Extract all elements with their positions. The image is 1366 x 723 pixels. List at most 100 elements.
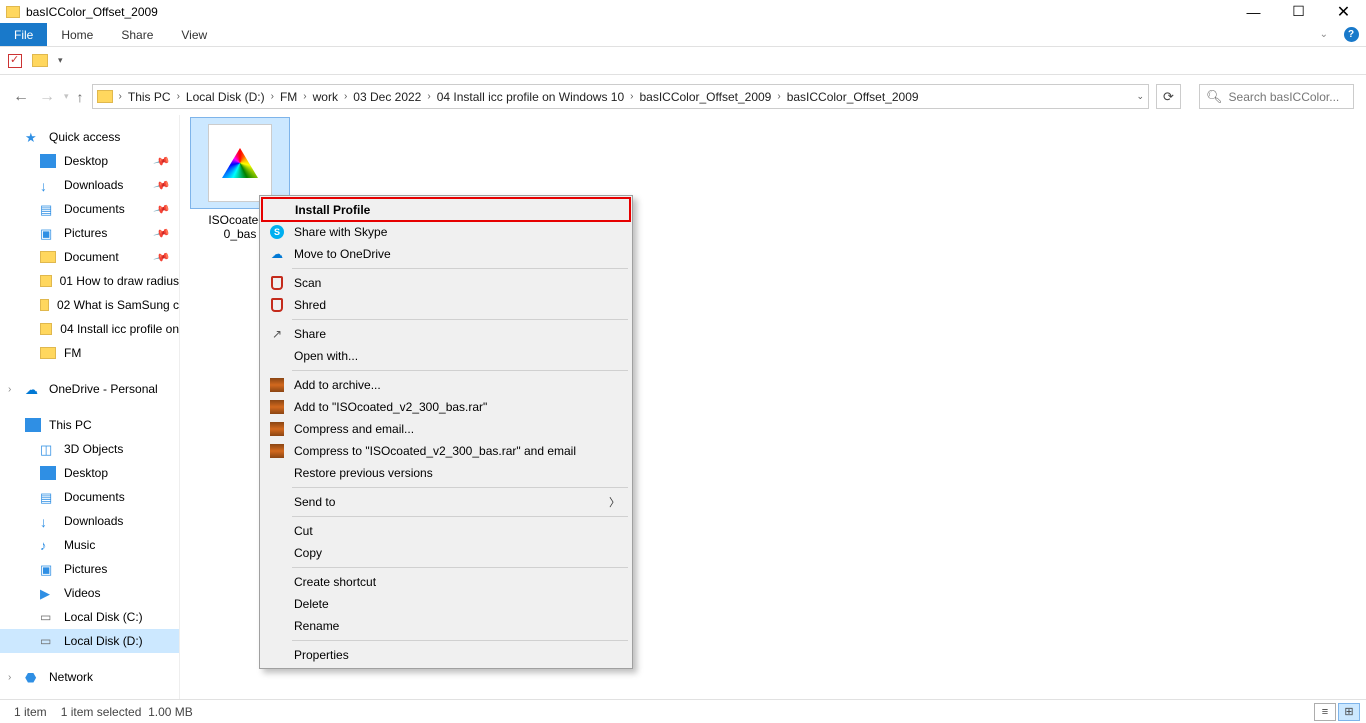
breadcrumb[interactable]: Local Disk (D:): [182, 90, 269, 104]
sidebar-item-document[interactable]: Document 📌: [0, 245, 179, 269]
sidebar-item-recent[interactable]: 04 Install icc profile on: [0, 317, 179, 341]
chevron-right-icon[interactable]: ›: [8, 672, 11, 683]
refresh-button[interactable]: ⟳: [1156, 84, 1181, 109]
status-selected: 1 item selected: [61, 705, 142, 719]
search-input[interactable]: 🔍︎ Search basICColor...: [1199, 84, 1354, 109]
address-dropdown-icon[interactable]: ⌄: [1136, 91, 1144, 102]
breadcrumb[interactable]: basICColor_Offset_2009: [635, 90, 775, 104]
close-button[interactable]: ✕: [1321, 0, 1366, 23]
breadcrumb[interactable]: 03 Dec 2022: [349, 90, 425, 104]
sidebar-item-quick-access[interactable]: ★ Quick access: [0, 125, 179, 149]
desktop-icon: [40, 466, 56, 480]
pin-icon: 📌: [153, 200, 171, 218]
ctx-move-onedrive[interactable]: ☁ Move to OneDrive: [262, 243, 630, 265]
address-bar[interactable]: › This PC › Local Disk (D:) › FM › work …: [92, 84, 1149, 109]
properties-icon[interactable]: [8, 54, 22, 68]
sidebar-item-drive-c[interactable]: ▭ Local Disk (C:): [0, 605, 179, 629]
ctx-rename[interactable]: Rename: [262, 615, 630, 637]
chevron-right-icon[interactable]: ›: [175, 91, 182, 102]
back-button[interactable]: ←: [12, 88, 30, 106]
breadcrumb[interactable]: 04 Install icc profile on Windows 10: [433, 90, 628, 104]
cloud-icon: ☁: [25, 382, 41, 396]
ctx-item-label: Add to archive...: [294, 378, 381, 392]
sidebar-item-recent[interactable]: 02 What is SamSung c: [0, 293, 179, 317]
sidebar-item-documents[interactable]: ▤ Documents: [0, 485, 179, 509]
sidebar-item-recent[interactable]: 01 How to draw radius: [0, 269, 179, 293]
help-button[interactable]: ?: [1336, 23, 1366, 46]
sidebar-item-3d-objects[interactable]: ◫ 3D Objects: [0, 437, 179, 461]
chevron-right-icon[interactable]: ›: [628, 91, 635, 102]
folder-icon: [40, 347, 56, 359]
ctx-open-with[interactable]: Open with...: [262, 345, 630, 367]
chevron-right-icon[interactable]: ›: [301, 91, 308, 102]
sidebar-item-pictures[interactable]: ▣ Pictures: [0, 557, 179, 581]
chevron-right-icon[interactable]: ›: [425, 91, 432, 102]
history-chevron[interactable]: ▾: [64, 91, 69, 102]
sidebar-item-label: Local Disk (C:): [64, 610, 143, 624]
ctx-compress-to-email[interactable]: Compress to "ISOcoated_v2_300_bas.rar" a…: [262, 440, 630, 462]
sidebar-item-recent[interactable]: FM: [0, 341, 179, 365]
sidebar-item-network[interactable]: › ⬣ Network: [0, 665, 179, 689]
sidebar-item-label: 04 Install icc profile on: [60, 322, 179, 336]
breadcrumb[interactable]: FM: [276, 90, 301, 104]
breadcrumb[interactable]: This PC: [124, 90, 175, 104]
shield-icon: [269, 297, 285, 313]
pictures-icon: ▣: [40, 562, 56, 576]
ribbon-expand-chevron[interactable]: ⌄: [1312, 23, 1336, 46]
tab-view[interactable]: View: [167, 23, 221, 46]
tab-home[interactable]: Home: [47, 23, 107, 46]
ctx-send-to[interactable]: Send to 〉: [262, 491, 630, 513]
minimize-button[interactable]: —: [1231, 0, 1276, 23]
chevron-right-icon[interactable]: ›: [775, 91, 782, 102]
sidebar-item-thispc[interactable]: This PC: [0, 413, 179, 437]
ctx-shred[interactable]: Shred: [262, 294, 630, 316]
sidebar-item-onedrive[interactable]: › ☁ OneDrive - Personal: [0, 377, 179, 401]
ctx-compress-email[interactable]: Compress and email...: [262, 418, 630, 440]
chevron-right-icon[interactable]: ›: [269, 91, 276, 102]
sidebar-item-documents[interactable]: ▤ Documents 📌: [0, 197, 179, 221]
tab-file[interactable]: File: [0, 23, 47, 46]
ctx-scan[interactable]: Scan: [262, 272, 630, 294]
sidebar-item-pictures[interactable]: ▣ Pictures 📌: [0, 221, 179, 245]
tab-share[interactable]: Share: [107, 23, 167, 46]
ctx-cut[interactable]: Cut: [262, 520, 630, 542]
status-bar: 1 item 1 item selected 1.00 MB ≡ ⊞: [0, 699, 1366, 723]
sidebar-item-music[interactable]: ♪ Music: [0, 533, 179, 557]
ctx-delete[interactable]: Delete: [262, 593, 630, 615]
chevron-right-icon[interactable]: ›: [8, 384, 11, 395]
ctx-add-archive[interactable]: Add to archive...: [262, 374, 630, 396]
ctx-copy[interactable]: Copy: [262, 542, 630, 564]
sidebar-item-label: FM: [64, 346, 81, 360]
qat-chevron-icon[interactable]: ▾: [58, 55, 63, 66]
view-icons-button[interactable]: ⊞: [1338, 703, 1360, 721]
network-icon: ⬣: [25, 670, 41, 684]
ctx-item-label: Cut: [294, 524, 313, 538]
view-details-button[interactable]: ≡: [1314, 703, 1336, 721]
ctx-create-shortcut[interactable]: Create shortcut: [262, 571, 630, 593]
sidebar-item-downloads[interactable]: ↓ Downloads 📌: [0, 173, 179, 197]
status-size: 1.00 MB: [148, 705, 193, 719]
ctx-add-to-rar[interactable]: Add to "ISOcoated_v2_300_bas.rar": [262, 396, 630, 418]
pin-icon: 📌: [153, 224, 171, 242]
maximize-button[interactable]: ☐: [1276, 0, 1321, 23]
skype-icon: S: [269, 224, 285, 240]
sidebar-item-desktop[interactable]: Desktop: [0, 461, 179, 485]
separator: [292, 268, 628, 269]
ctx-share[interactable]: ↗ Share: [262, 323, 630, 345]
sidebar-item-videos[interactable]: ▶ Videos: [0, 581, 179, 605]
sidebar-item-downloads[interactable]: ↓ Downloads: [0, 509, 179, 533]
ctx-install-profile[interactable]: Install Profile: [261, 197, 631, 222]
ctx-share-skype[interactable]: S Share with Skype: [262, 221, 630, 243]
new-folder-icon[interactable]: [32, 54, 48, 67]
breadcrumb[interactable]: work: [309, 90, 342, 104]
chevron-right-icon[interactable]: ›: [342, 91, 349, 102]
sidebar-item-desktop[interactable]: Desktop 📌: [0, 149, 179, 173]
chevron-right-icon[interactable]: ›: [117, 91, 124, 102]
ctx-restore-versions[interactable]: Restore previous versions: [262, 462, 630, 484]
sidebar-item-label: 02 What is SamSung c: [57, 298, 179, 312]
ctx-properties[interactable]: Properties: [262, 644, 630, 666]
ribbon: File Home Share View ⌄ ?: [0, 23, 1366, 47]
up-button[interactable]: ↑: [77, 89, 84, 105]
breadcrumb[interactable]: basICColor_Offset_2009: [783, 90, 923, 104]
sidebar-item-drive-d[interactable]: ▭ Local Disk (D:): [0, 629, 179, 653]
